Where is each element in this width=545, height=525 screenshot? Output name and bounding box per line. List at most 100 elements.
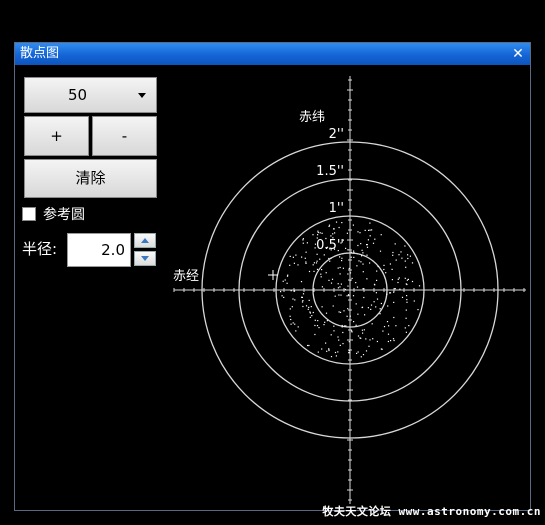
scatter-point xyxy=(369,222,371,224)
ring-label-3: 1.5'' xyxy=(316,164,344,179)
scatter-point xyxy=(345,247,347,249)
scatter-point xyxy=(339,266,341,269)
scatter-point xyxy=(339,256,341,258)
scatter-point xyxy=(383,326,386,328)
scatter-point xyxy=(346,295,348,297)
scatter-point xyxy=(379,250,382,252)
scatter-point xyxy=(383,268,385,271)
scatter-point xyxy=(382,330,384,332)
scatter-point xyxy=(337,250,339,252)
scatter-point xyxy=(281,295,283,297)
scatter-point xyxy=(375,306,377,308)
scatter-point xyxy=(362,288,364,290)
scatter-point xyxy=(407,254,409,256)
scatter-point xyxy=(309,316,311,318)
scatter-point xyxy=(365,338,367,340)
scatter-point xyxy=(325,342,327,344)
scatter-point xyxy=(321,348,323,350)
scatter-point xyxy=(361,249,363,251)
scatter-point xyxy=(337,336,339,338)
scatter-point xyxy=(338,339,340,341)
scatter-point xyxy=(370,304,373,306)
scatter-point xyxy=(326,246,329,248)
scatter-point xyxy=(404,245,406,247)
scatter-point xyxy=(368,345,370,347)
scatter-point xyxy=(317,230,319,232)
scatter-point xyxy=(314,333,316,336)
scatter-point xyxy=(317,351,319,353)
scatter-point xyxy=(356,352,358,354)
scatter-point xyxy=(323,324,325,326)
scatter-point xyxy=(315,262,318,264)
scatter-plot-canvas: 0.5'' 1'' 1.5'' 2'' 赤纬 赤经 xyxy=(173,76,526,504)
scatter-point xyxy=(366,244,368,246)
scatter-point xyxy=(352,224,354,226)
scatter-point xyxy=(356,265,358,267)
scatter-plot-window: 散点图 ✕ 50 + - 清除 参考圆 半径: 0.5''1''1.5''2''… xyxy=(14,42,531,511)
scatter-point xyxy=(406,279,408,281)
scatter-point xyxy=(411,280,414,283)
scatter-point xyxy=(330,235,332,237)
scatter-point xyxy=(289,315,291,317)
scatter-point xyxy=(319,232,321,234)
scatter-point xyxy=(411,262,414,264)
scatter-point xyxy=(311,315,313,317)
scatter-point xyxy=(333,325,335,327)
scatter-point xyxy=(372,242,375,244)
scatter-point xyxy=(405,331,407,333)
scatter-point xyxy=(346,315,348,317)
scatter-point xyxy=(316,253,318,255)
scatter-point xyxy=(341,324,343,327)
scatter-point xyxy=(417,309,419,311)
scatter-point xyxy=(360,243,362,245)
scatter-point xyxy=(324,321,326,323)
scatter-point xyxy=(366,246,369,248)
scatter-point xyxy=(325,237,327,240)
scatter-point xyxy=(347,294,350,296)
scatter-point xyxy=(364,314,366,316)
scatter-point xyxy=(344,288,347,291)
title-bar[interactable]: 散点图 ✕ xyxy=(15,43,530,65)
scatter-point xyxy=(371,323,373,325)
scatter-point xyxy=(361,255,363,257)
scatter-point xyxy=(389,263,391,265)
scatter-point xyxy=(368,229,370,231)
scatter-point xyxy=(366,278,368,280)
scatter-point xyxy=(280,291,282,293)
scatter-point xyxy=(332,233,334,235)
scatter-point xyxy=(321,306,323,308)
scatter-point xyxy=(387,305,389,307)
scatter-point xyxy=(348,352,350,354)
scatter-point xyxy=(355,282,357,284)
scatter-point xyxy=(319,258,321,260)
scatter-point xyxy=(373,301,375,303)
scatter-point xyxy=(283,296,285,298)
window-title: 散点图 xyxy=(20,46,60,61)
scatter-point xyxy=(397,278,399,280)
ring-label-1: 0.5'' xyxy=(316,238,344,253)
dec-axis-label: 赤纬 xyxy=(299,110,325,125)
scatter-point xyxy=(381,348,383,350)
scatter-point xyxy=(398,277,400,279)
scatter-point xyxy=(392,251,394,254)
scatter-point xyxy=(358,260,360,262)
scatter-point xyxy=(326,320,328,322)
scatter-point xyxy=(395,259,397,261)
scatter-point xyxy=(314,324,316,327)
scatter-point xyxy=(373,283,376,285)
scatter-point xyxy=(305,251,307,253)
scatter-point xyxy=(348,350,350,352)
scatter-point xyxy=(329,260,331,262)
scatter-point xyxy=(366,254,368,256)
scatter-point xyxy=(295,254,297,256)
scatter-point xyxy=(317,231,319,234)
scatter-point xyxy=(342,267,344,269)
close-icon[interactable]: ✕ xyxy=(511,43,525,65)
scatter-point xyxy=(353,250,355,252)
scatter-point xyxy=(293,262,295,264)
scatter-point xyxy=(313,262,315,264)
scatter-point xyxy=(386,293,388,295)
scatter-point xyxy=(374,238,376,240)
scatter-point xyxy=(347,249,349,251)
scatter-point xyxy=(380,302,382,305)
